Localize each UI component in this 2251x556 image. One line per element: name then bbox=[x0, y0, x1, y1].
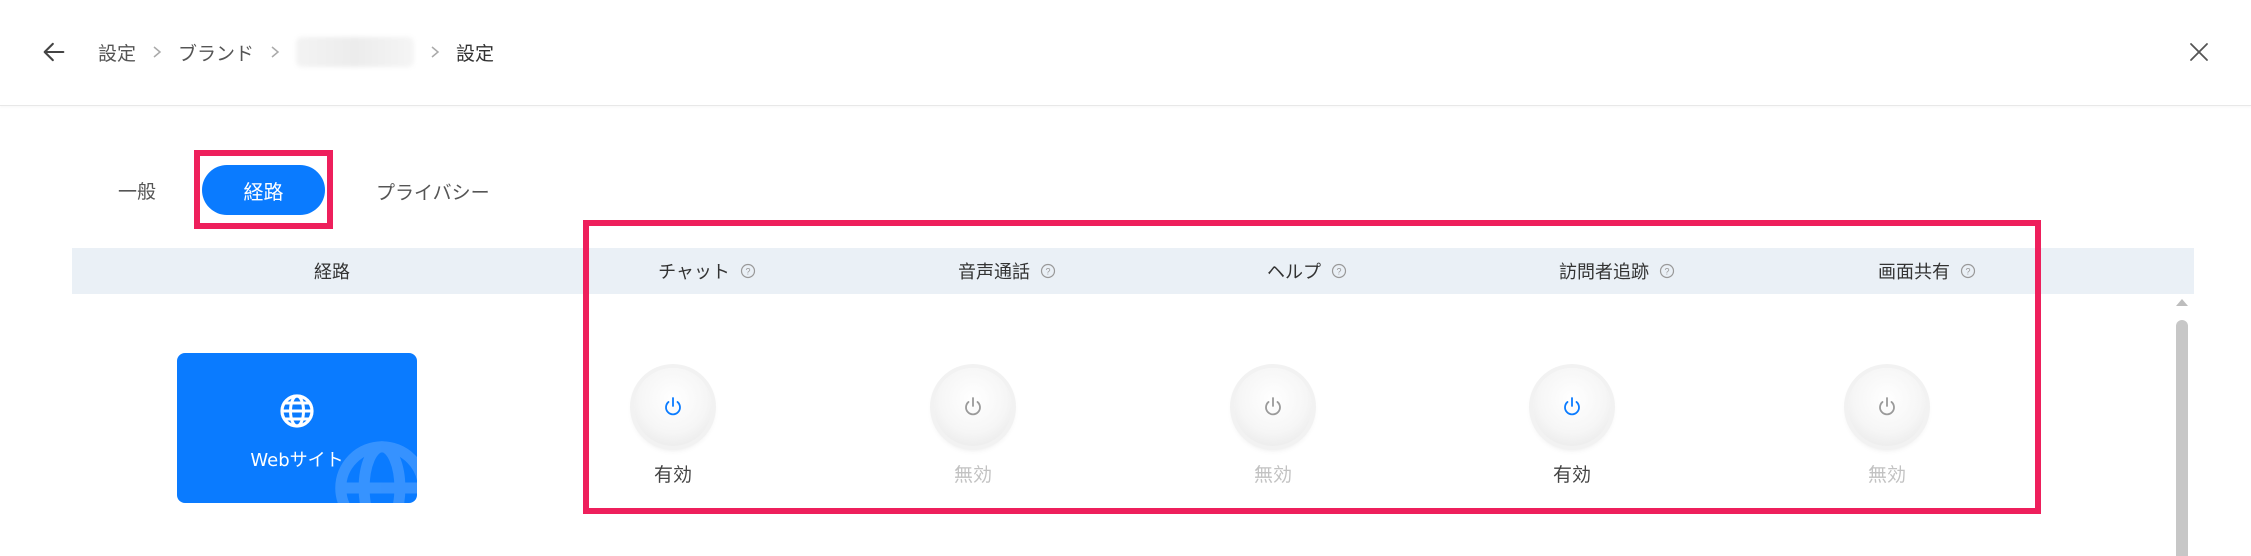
vertical-scrollbar-thumb[interactable] bbox=[2176, 320, 2188, 556]
chevron-right-icon bbox=[431, 46, 440, 58]
back-arrow-icon[interactable] bbox=[40, 38, 68, 66]
tab-privacy[interactable]: プライバシー bbox=[376, 178, 490, 205]
screen-power-toggle[interactable] bbox=[1848, 368, 1926, 446]
toggle-cell-screen: 無効 bbox=[1827, 364, 1947, 494]
toggle-status-label: 無効 bbox=[1867, 464, 1906, 486]
visitor-power-toggle[interactable] bbox=[1533, 368, 1611, 446]
breadcrumb-settings[interactable]: 設定 bbox=[98, 39, 136, 66]
toggle-cell-voice: 無効 bbox=[913, 364, 1033, 494]
tab-route[interactable]: 経路 bbox=[202, 165, 325, 215]
toggle-cell-visitor: 有効 bbox=[1512, 364, 1632, 494]
chat-power-toggle[interactable] bbox=[634, 368, 712, 446]
toggle-status-label: 有効 bbox=[653, 464, 692, 486]
scroll-up-arrow-icon[interactable] bbox=[2174, 296, 2190, 308]
power-icon bbox=[1265, 397, 1281, 416]
globe-icon bbox=[280, 394, 314, 428]
toggle-cell-help: 無効 bbox=[1213, 364, 1333, 494]
tab-bar: 一般 経路 プライバシー bbox=[94, 150, 490, 229]
power-icon bbox=[965, 397, 981, 416]
top-bar: 設定 ブランド 設定 bbox=[0, 0, 2251, 106]
toggle-cell-chat: 有効 bbox=[613, 364, 733, 494]
power-icon bbox=[1564, 397, 1580, 416]
channel-card-website[interactable]: Webサイト bbox=[177, 353, 417, 503]
breadcrumb-brand[interactable]: ブランド bbox=[178, 39, 254, 66]
breadcrumb: 設定 ブランド 設定 bbox=[98, 36, 494, 68]
close-icon[interactable] bbox=[2187, 40, 2211, 64]
breadcrumb-brand-name-redacted[interactable] bbox=[296, 37, 415, 67]
chevron-right-icon bbox=[153, 46, 162, 58]
voice-power-toggle[interactable] bbox=[934, 368, 1012, 446]
toggle-status-label: 無効 bbox=[1253, 464, 1292, 486]
power-icon bbox=[1879, 397, 1895, 416]
column-header-label: 経路 bbox=[314, 262, 350, 283]
help-power-toggle[interactable] bbox=[1234, 368, 1312, 446]
toggle-status-label: 有効 bbox=[1552, 464, 1591, 486]
tab-general[interactable]: 一般 bbox=[118, 177, 156, 204]
chevron-right-icon bbox=[271, 46, 280, 58]
toggle-status-label: 無効 bbox=[953, 464, 992, 486]
globe-watermark-icon bbox=[335, 441, 417, 503]
power-icon bbox=[665, 397, 681, 416]
column-header-route: 経路 bbox=[257, 248, 407, 294]
breadcrumb-current-settings: 設定 bbox=[456, 42, 495, 65]
